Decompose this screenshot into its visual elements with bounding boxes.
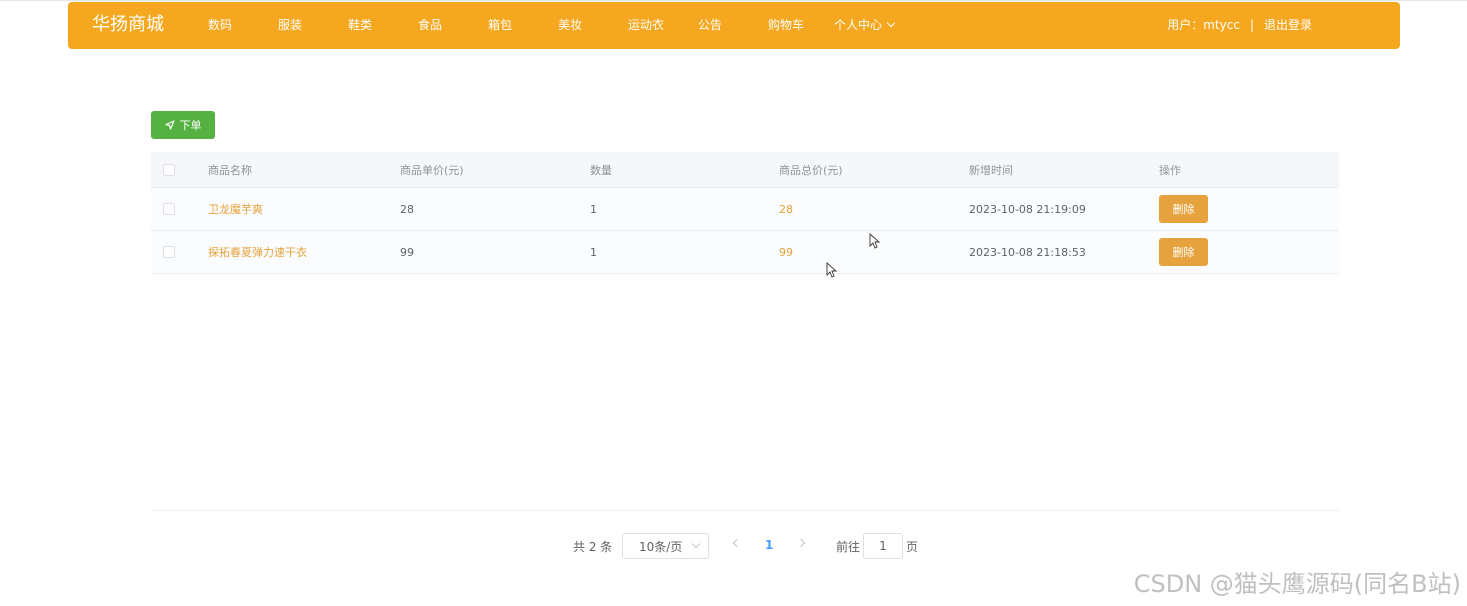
nav-item-shoes[interactable]: 鞋类 (348, 17, 372, 33)
mouse-cursor-icon (826, 262, 838, 278)
watermark: CSDN @猫头鹰源码(同名B站) (1133, 570, 1461, 598)
user-separator: | (1249, 18, 1254, 32)
nav-item-digital[interactable]: 数码 (208, 17, 232, 33)
nav-item-cart[interactable]: 购物车 (768, 17, 804, 33)
nav-item-food[interactable]: 食品 (418, 17, 442, 33)
action-cell: 删除 (1159, 231, 1208, 273)
send-icon (164, 120, 175, 130)
user-area: 用户：mtycc | 退出登录 (1167, 17, 1312, 33)
page-size-value: 10条/页 (639, 539, 683, 554)
prev-page-icon[interactable] (732, 538, 742, 548)
goto-page-input[interactable] (863, 533, 903, 559)
product-name-link[interactable]: 卫龙魔芋爽 (208, 188, 263, 230)
chevron-down-icon (886, 18, 896, 28)
chevron-down-icon (691, 539, 701, 549)
top-navbar: 华扬商城 数码 服装 鞋类 食品 箱包 美妆 运动衣 公告 购物车 个人中心 用… (68, 2, 1400, 49)
nav-item-personal-center[interactable]: 个人中心 (834, 17, 896, 33)
pagination-divider (151, 510, 1339, 511)
nav-item-sportswear[interactable]: 运动衣 (628, 17, 664, 33)
delete-button[interactable]: 删除 (1159, 195, 1208, 223)
next-page-icon[interactable] (796, 538, 806, 548)
username-label: 用户：mtycc (1167, 18, 1240, 32)
nav-item-personal-center-label: 个人中心 (834, 18, 883, 32)
unit-price: 28 (400, 202, 414, 216)
nav-item-beauty[interactable]: 美妆 (558, 17, 582, 33)
row-checkbox[interactable] (163, 203, 175, 215)
column-header-total: 商品总价(元) (779, 163, 843, 177)
added-time: 2023-10-08 21:18:53 (969, 245, 1086, 259)
page-suffix-label: 页 (906, 539, 919, 554)
column-header-action: 操作 (1159, 163, 1181, 177)
delete-button[interactable]: 删除 (1159, 238, 1208, 266)
table-row: 探拓春夏弹力速干衣 99 1 99 2023-10-08 21:18:53 删除 (151, 231, 1339, 274)
page-size-select[interactable]: 10条/页 (622, 533, 709, 559)
product-name-link[interactable]: 探拓春夏弹力速干衣 (208, 231, 307, 273)
mouse-cursor-icon (869, 233, 881, 249)
nav-item-clothing[interactable]: 服装 (278, 17, 302, 33)
quantity: 1 (590, 202, 597, 216)
page-number-current[interactable]: 1 (765, 538, 773, 552)
row-checkbox-cell (163, 188, 175, 230)
goto-label: 前往 (836, 539, 861, 554)
row-checkbox-cell (163, 231, 175, 273)
column-header-quantity: 数量 (590, 163, 612, 177)
pagination-total: 共 2 条 (573, 539, 613, 554)
action-cell: 删除 (1159, 188, 1208, 230)
column-header-time: 新增时间 (969, 163, 1013, 177)
column-header-name: 商品名称 (208, 163, 252, 177)
cart-table: 商品名称 商品单价(元) 数量 商品总价(元) 新增时间 操作 卫龙魔芋爽 28… (151, 152, 1339, 274)
brand-logo[interactable]: 华扬商城 (92, 14, 164, 36)
logout-link[interactable]: 退出登录 (1264, 18, 1312, 32)
total-price: 28 (779, 202, 793, 216)
table-header: 商品名称 商品单价(元) 数量 商品总价(元) 新增时间 操作 (151, 152, 1339, 188)
select-all-checkbox[interactable] (163, 163, 175, 176)
top-divider (0, 0, 1467, 1)
total-price: 99 (779, 245, 793, 259)
column-header-price: 商品单价(元) (400, 163, 464, 177)
table-row: 卫龙魔芋爽 28 1 28 2023-10-08 21:19:09 删除 (151, 188, 1339, 231)
nav-item-bags[interactable]: 箱包 (488, 17, 512, 33)
row-checkbox[interactable] (163, 246, 175, 258)
quantity: 1 (590, 245, 597, 259)
unit-price: 99 (400, 245, 414, 259)
place-order-label: 下单 (179, 119, 202, 132)
added-time: 2023-10-08 21:19:09 (969, 202, 1086, 216)
header-checkbox-cell (163, 152, 175, 187)
nav-item-notice[interactable]: 公告 (698, 17, 722, 33)
place-order-button[interactable]: 下单 (151, 111, 215, 139)
